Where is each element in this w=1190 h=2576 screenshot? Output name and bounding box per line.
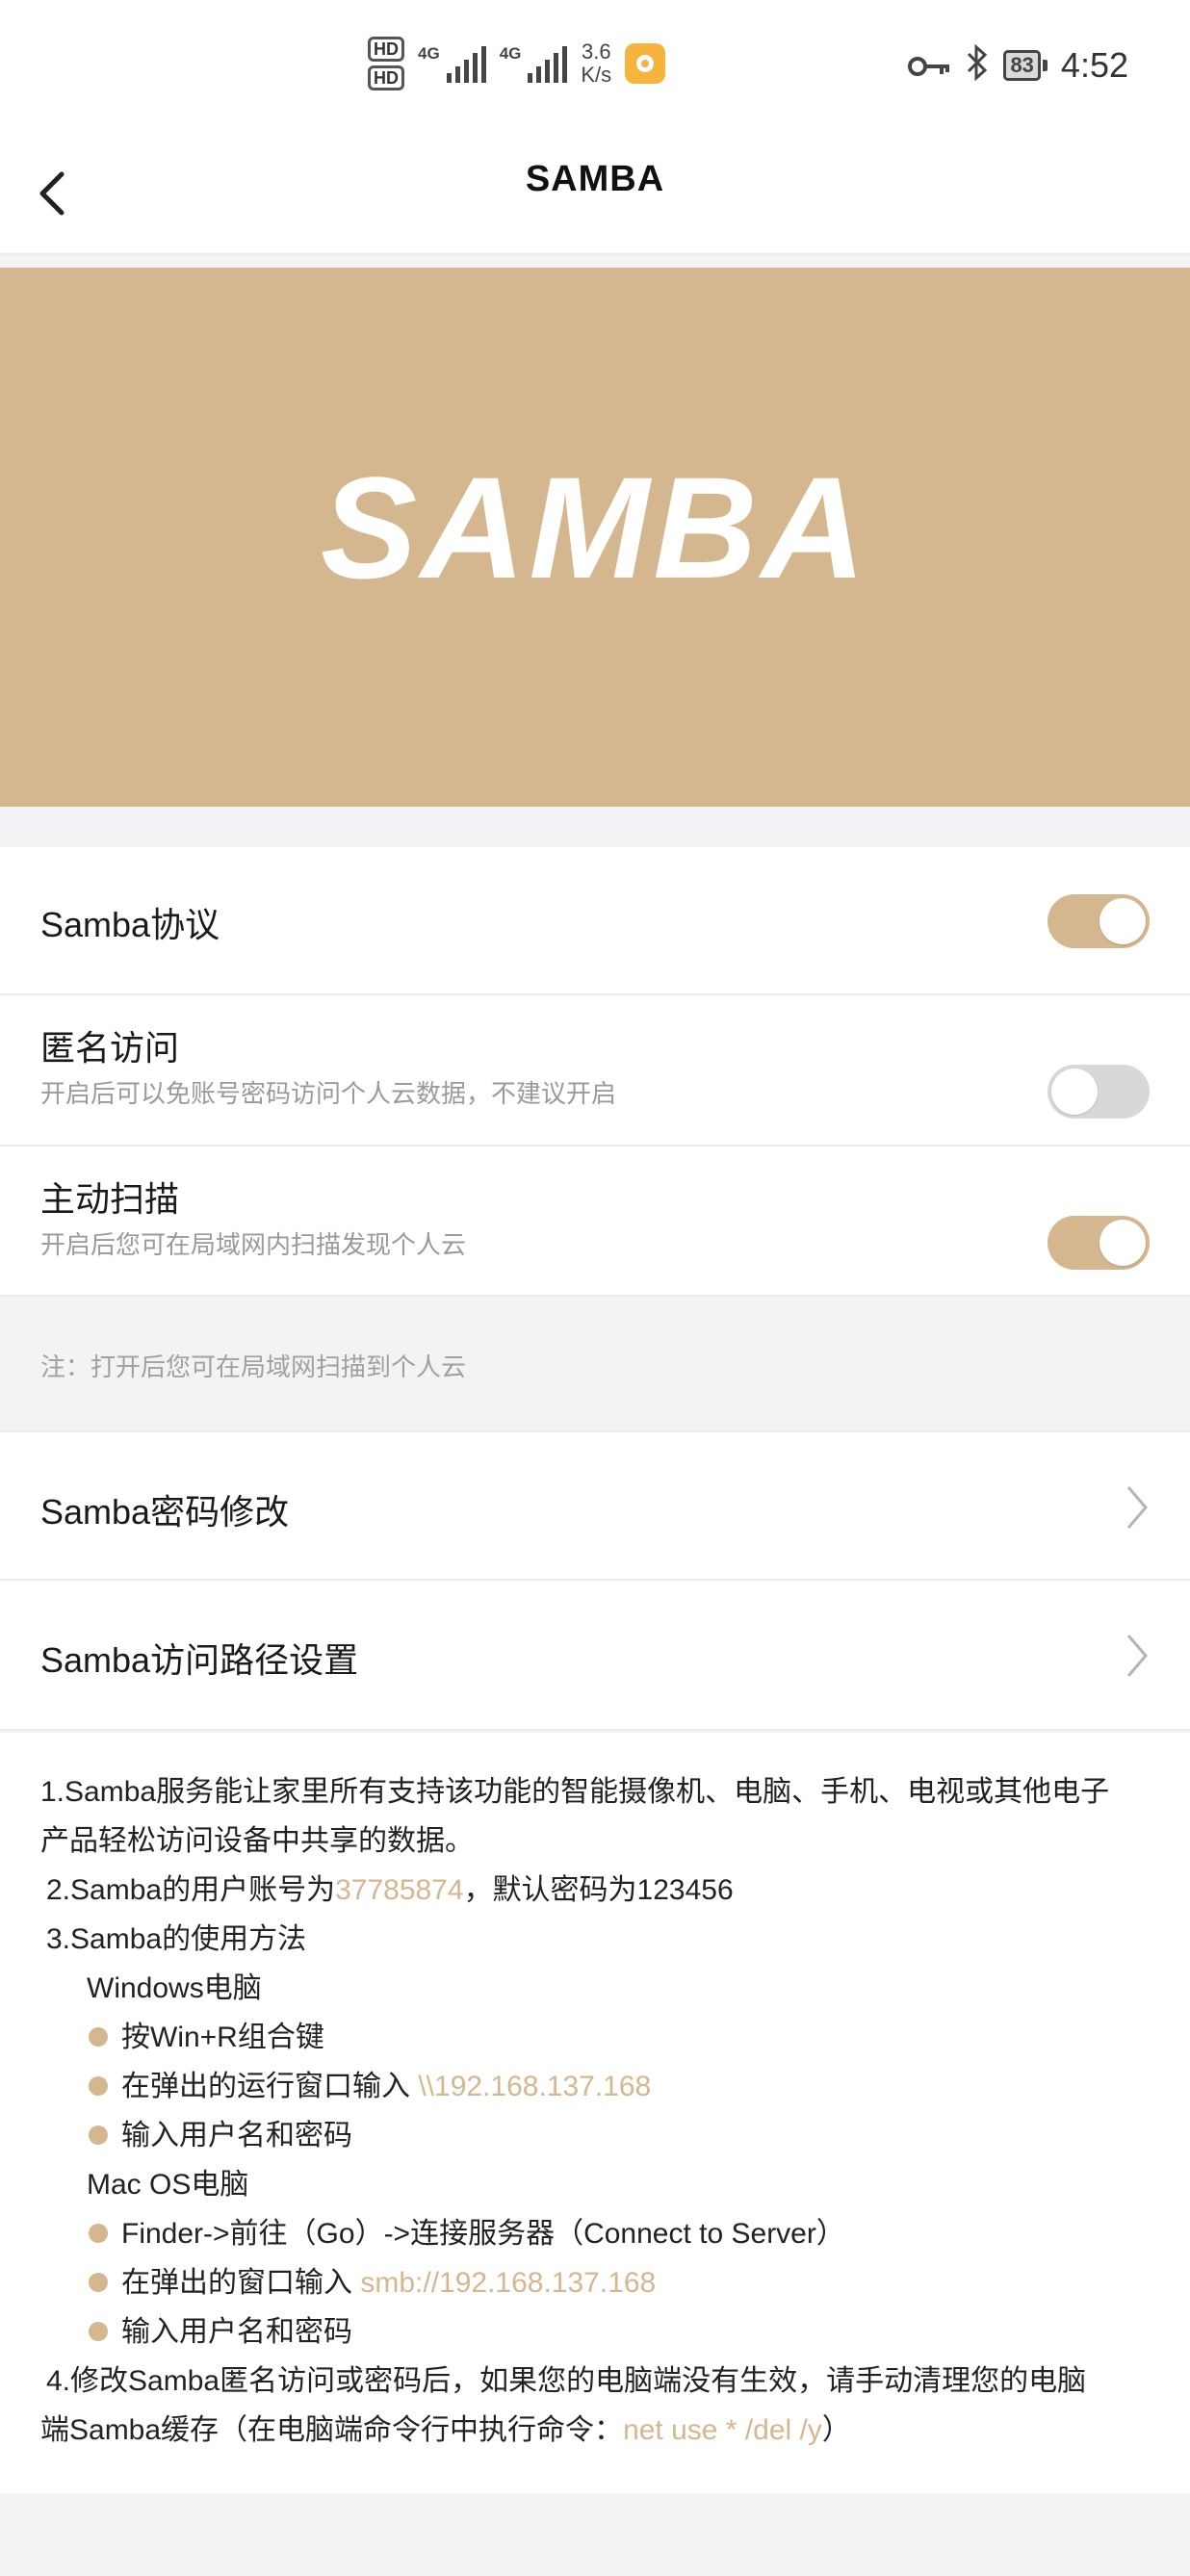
mac-share-path: smb://192.168.137.168 [360,2267,657,2299]
network-speed: 3.6 K/s [581,40,611,87]
anonymous-access-label: 匿名访问 [40,1028,180,1068]
scan-note: 注：打开后您可在局域网扫描到个人云 [40,1352,467,1381]
clock: 4:52 [1060,45,1128,85]
samba-instructions: 1.Samba服务能让家里所有支持该功能的智能摄像机、电脑、手机、电视或其他电子… [0,1733,1190,2493]
anonymous-access-toggle[interactable] [1048,1065,1150,1119]
instruction-p2-suffix: ，默认密码为123456 [463,1874,734,1906]
app-notification-icon [625,43,666,84]
bluetooth-icon [965,43,990,88]
bullet-icon [89,2273,108,2293]
key-icon [907,46,951,85]
active-scan-label: 主动扫描 [40,1179,180,1219]
bullet-icon [89,2027,108,2048]
chevron-right-icon [1125,1632,1150,1680]
bullet-icon [89,2076,108,2097]
network-speed-unit: K/s [581,63,612,87]
nav-bar: SAMBA [0,130,1190,255]
signal-icon: 4G [500,44,568,83]
bullet-icon [89,2224,108,2244]
clear-cache-command: net use * /del /y [623,2414,822,2446]
windows-share-path: \\192.168.137.168 [418,2071,652,2102]
instruction-p4-prefix: 端Samba缓存（在电脑端命令行中执行命令： [40,2414,624,2446]
status-bar-center: HD HD 4G 4G 3.6 K/s [368,35,666,92]
chevron-right-icon [1125,1483,1150,1532]
windows-step-3: 输入用户名和密码 [89,2111,352,2153]
active-scan-toggle[interactable] [1048,1216,1150,1270]
sim1-label: 4G [418,44,440,63]
mac-step-3: 输入用户名和密码 [89,2307,352,2350]
samba-protocol-toggle[interactable] [1048,894,1150,948]
anonymous-access-description: 开启后可以免账号密码访问个人云数据，不建议开启 [40,1079,617,1108]
instruction-p1-line1: 1.Samba服务能让家里所有支持该功能的智能摄像机、电脑、手机、电视或其他电子 [40,1776,1110,1808]
windows-step-2: 在弹出的运行窗口输入 \\192.168.137.168 [89,2062,651,2104]
hd-icon: HD HD [368,37,404,90]
battery-level: 83 [1003,50,1041,81]
instruction-p3-title: 3.Samba的使用方法 [46,1923,307,1955]
instruction-p4-suffix: ） [821,2414,851,2446]
samba-path-label: Samba访问路径设置 [40,1640,359,1680]
status-bar-right: 83 4:52 [907,39,1128,92]
active-scan-row: 主动扫描 开启后您可在局域网内扫描发现个人云 [0,1146,1190,1297]
sim2-label: 4G [499,44,522,63]
instruction-p2: 2.Samba的用户账号为37785874，默认密码为123456 [46,1866,734,1908]
windows-step-2-text: 在弹出的运行窗口输入 [121,2071,419,2102]
hd-badge-1: HD [368,37,404,62]
instruction-p4-line2: 端Samba缓存（在电脑端命令行中执行命令：net use * /del /y） [40,2406,851,2448]
mac-step-2-text: 在弹出的窗口输入 [121,2267,361,2299]
samba-password-row[interactable]: Samba密码修改 [0,1430,1190,1581]
hd-badge-2: HD [368,65,404,90]
windows-title: Windows电脑 [87,1972,262,2004]
samba-password-label: Samba密码修改 [40,1492,290,1532]
anonymous-access-row: 匿名访问 开启后可以免账号密码访问个人云数据，不建议开启 [0,995,1190,1146]
signal-icon: 4G [418,44,486,83]
samba-banner: SAMBA [0,268,1190,807]
bullet-icon [89,2322,108,2342]
status-bar: HD HD 4G 4G 3.6 K/s 83 4:52 [0,0,1190,130]
page-title: SAMBA [525,159,665,199]
mac-step-2: 在弹出的窗口输入 smb://192.168.137.168 [89,2258,656,2301]
samba-account: 37785874 [335,1874,464,1906]
windows-step-1: 按Win+R组合键 [89,2013,324,2055]
samba-protocol-label: Samba协议 [40,905,220,944]
mac-step-3-text: 输入用户名和密码 [121,2316,352,2348]
instruction-p2-prefix: 2.Samba的用户账号为 [46,1874,336,1906]
network-speed-value: 3.6 [581,39,611,64]
mac-title: Mac OS电脑 [87,2169,249,2201]
mac-step-1-text: Finder->前往（Go）->连接服务器（Connect to Server） [121,2218,845,2250]
mac-step-1: Finder->前往（Go）->连接服务器（Connect to Server） [89,2209,845,2252]
samba-path-row[interactable]: Samba访问路径设置 [0,1581,1190,1731]
samba-logo: SAMBA [321,447,869,608]
instruction-p4-line1: 4.修改Samba匿名访问或密码后，如果您的电脑端没有生效，请手动清理您的电脑 [46,2365,1087,2397]
windows-step-3-text: 输入用户名和密码 [121,2120,352,2151]
instruction-p1-line2: 产品轻松访问设备中共享的数据。 [40,1825,474,1857]
battery-icon: 83 [1003,50,1048,81]
samba-protocol-row: Samba协议 [0,847,1190,995]
windows-step-1-text: 按Win+R组合键 [121,2022,324,2053]
bullet-icon [89,2125,108,2146]
active-scan-description: 开启后您可在局域网内扫描发现个人云 [40,1230,467,1259]
